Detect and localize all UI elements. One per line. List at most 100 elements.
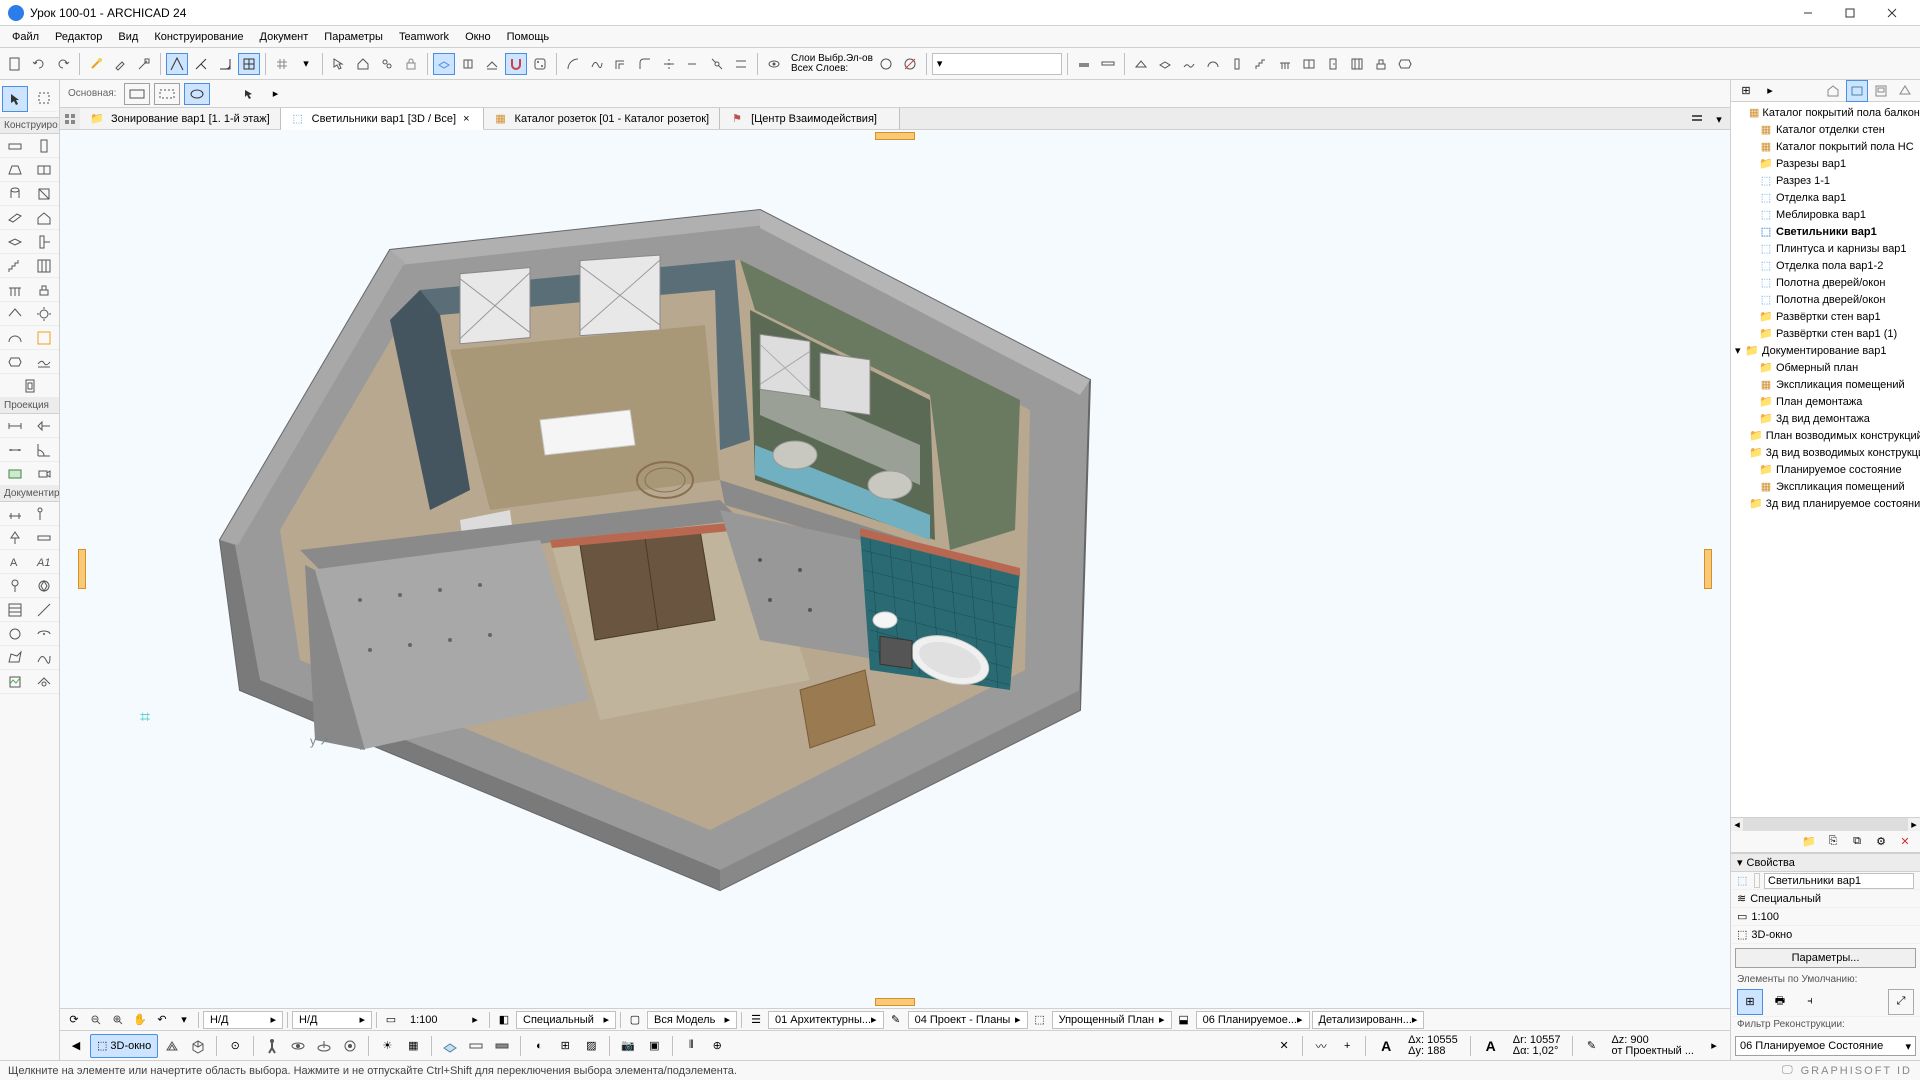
viewport-handle-top[interactable] xyxy=(875,132,915,140)
cutplane2-icon[interactable] xyxy=(490,1034,514,1058)
close-button[interactable] xyxy=(1872,3,1912,23)
mesh-icon[interactable] xyxy=(1178,53,1200,75)
zoom-out-icon[interactable] xyxy=(86,1011,106,1029)
cutplane-icon[interactable] xyxy=(464,1034,488,1058)
override-icon[interactable]: ⬚ xyxy=(1030,1011,1050,1029)
undo-icon[interactable] xyxy=(28,53,50,75)
label-icon[interactable]: A1 xyxy=(30,550,60,574)
lock-icon[interactable] xyxy=(400,53,422,75)
tree-item[interactable]: ▦Экспликация помещений xyxy=(1731,478,1920,495)
def-struct-icon[interactable]: ⫞ xyxy=(1797,989,1823,1015)
favorites-dropdown[interactable]: ▾ xyxy=(932,53,1062,75)
poly-icon[interactable] xyxy=(0,158,30,182)
nav-back-icon[interactable]: ◀ xyxy=(64,1034,88,1058)
viewport-handle-left[interactable] xyxy=(78,549,86,589)
scale-icon[interactable]: ▭ xyxy=(381,1011,401,1029)
stair-icon[interactable] xyxy=(1250,53,1272,75)
curtain2-icon[interactable] xyxy=(30,254,60,278)
column2-icon[interactable] xyxy=(0,182,30,206)
grid2-icon[interactable] xyxy=(30,502,60,526)
tab-grid-icon[interactable] xyxy=(60,108,80,130)
tree-item[interactable]: ▦Экспликация помещений xyxy=(1731,376,1920,393)
fill-icon[interactable] xyxy=(0,598,30,622)
dim-elev-icon[interactable] xyxy=(0,526,30,550)
tab-zoning[interactable]: 📁 Зонирование вар1 [1. 1-й этаж] xyxy=(80,108,281,129)
snap-angle-icon[interactable] xyxy=(214,53,236,75)
redo-icon[interactable] xyxy=(52,53,74,75)
dice-icon[interactable] xyxy=(529,53,551,75)
grid-icon[interactable] xyxy=(271,53,293,75)
geo-method-1-icon[interactable] xyxy=(124,83,150,105)
close-x-icon[interactable]: ✕ xyxy=(1272,1034,1296,1058)
def-print-icon[interactable]: 🖶 xyxy=(1767,989,1793,1015)
door-icon[interactable] xyxy=(1322,53,1344,75)
tree-item[interactable]: ⬚Светильники вар1 xyxy=(1731,223,1920,240)
gravity-icon[interactable] xyxy=(457,53,479,75)
nav-project-icon[interactable] xyxy=(1822,80,1844,102)
dim-icon[interactable] xyxy=(0,502,30,526)
layer-combo-1[interactable]: 01 Архитектурны...▸ xyxy=(768,1011,884,1029)
spline-icon[interactable] xyxy=(586,53,608,75)
rail-icon[interactable] xyxy=(1274,53,1296,75)
object-icon[interactable] xyxy=(1370,53,1392,75)
zoom-dropdown[interactable]: Н/Д▸ xyxy=(292,1011,372,1029)
cursor3d-icon[interactable] xyxy=(328,53,350,75)
tree-item[interactable]: ⬚Плинтуса и карнизы вар1 xyxy=(1731,240,1920,257)
offset-icon[interactable] xyxy=(610,53,632,75)
sun-icon[interactable]: ☀ xyxy=(375,1034,399,1058)
dim-radial-icon[interactable] xyxy=(0,438,30,462)
tree-item[interactable]: 📁Разрезы вар1 xyxy=(1731,155,1920,172)
curtain-icon[interactable] xyxy=(1346,53,1368,75)
turntable-icon[interactable] xyxy=(312,1034,336,1058)
change-icon[interactable] xyxy=(30,670,60,694)
look-icon[interactable] xyxy=(338,1034,362,1058)
geo-method-3-icon[interactable] xyxy=(184,83,210,105)
tree-item[interactable]: ⬚Меблировка вар1 xyxy=(1731,206,1920,223)
layers-icon[interactable]: ☰ xyxy=(746,1011,766,1029)
h-scrollbar[interactable]: ◂▸ xyxy=(1731,817,1920,831)
layer-show-icon[interactable] xyxy=(875,53,897,75)
plane-xy-icon[interactable] xyxy=(433,53,455,75)
viewport-handle-right[interactable] xyxy=(1704,549,1712,589)
preview-icon[interactable]: ▣ xyxy=(642,1034,666,1058)
line-type-icon[interactable]: 〰 xyxy=(1309,1034,1333,1058)
layer-hide-icon[interactable] xyxy=(899,53,921,75)
geo-method-2-icon[interactable] xyxy=(154,83,180,105)
chain-icon[interactable] xyxy=(376,53,398,75)
refresh-icon[interactable]: ⟳ xyxy=(64,1011,84,1029)
viewport-handle-bottom[interactable] xyxy=(875,998,915,1006)
shell-icon[interactable] xyxy=(1202,53,1224,75)
arrow-tool-icon[interactable] xyxy=(2,86,28,112)
add-icon[interactable]: + xyxy=(1335,1034,1359,1058)
line-icon[interactable] xyxy=(30,598,60,622)
roof-icon[interactable] xyxy=(1130,53,1152,75)
adjust-icon[interactable] xyxy=(730,53,752,75)
new-icon[interactable] xyxy=(4,53,26,75)
hidden-icon[interactable]: ▨ xyxy=(579,1034,603,1058)
zone-icon[interactable] xyxy=(30,326,60,350)
tab-lighting[interactable]: ⬚ Светильники вар1 [3D / Все] × xyxy=(281,108,484,130)
circle-icon[interactable] xyxy=(0,622,30,646)
nav-new-folder-icon[interactable]: 📁 xyxy=(1798,831,1820,853)
wand-icon[interactable] xyxy=(85,53,107,75)
tree-item[interactable]: 📁3д вид демонтажа xyxy=(1731,410,1920,427)
slab2-icon[interactable] xyxy=(0,230,30,254)
section-mark-icon[interactable] xyxy=(30,526,60,550)
column-icon[interactable] xyxy=(1226,53,1248,75)
split-icon[interactable] xyxy=(706,53,728,75)
arrow-opts-icon[interactable] xyxy=(238,83,260,105)
opening2-icon[interactable] xyxy=(0,374,59,398)
layer-combo-3[interactable]: Упрощенный План▸ xyxy=(1052,1011,1172,1029)
skylight-icon[interactable] xyxy=(30,182,60,206)
drawing-icon[interactable] xyxy=(0,670,30,694)
pen-icon[interactable]: ✎ xyxy=(886,1011,906,1029)
menu-teamwork[interactable]: Teamwork xyxy=(391,29,457,45)
tree-item[interactable]: 📁Обмерный план xyxy=(1731,359,1920,376)
morph2-icon[interactable] xyxy=(0,350,30,374)
text-style2-icon[interactable]: A xyxy=(1477,1034,1505,1058)
tree-item[interactable]: 📁План демонтажа xyxy=(1731,393,1920,410)
properties-header[interactable]: ▾Свойства xyxy=(1731,854,1920,872)
tree-item[interactable]: ▦Каталог покрытий пола балкон xyxy=(1731,104,1920,121)
camera2-icon[interactable]: 📷 xyxy=(616,1034,640,1058)
tree-item[interactable]: 📁План возводимых конструкций xyxy=(1731,427,1920,444)
